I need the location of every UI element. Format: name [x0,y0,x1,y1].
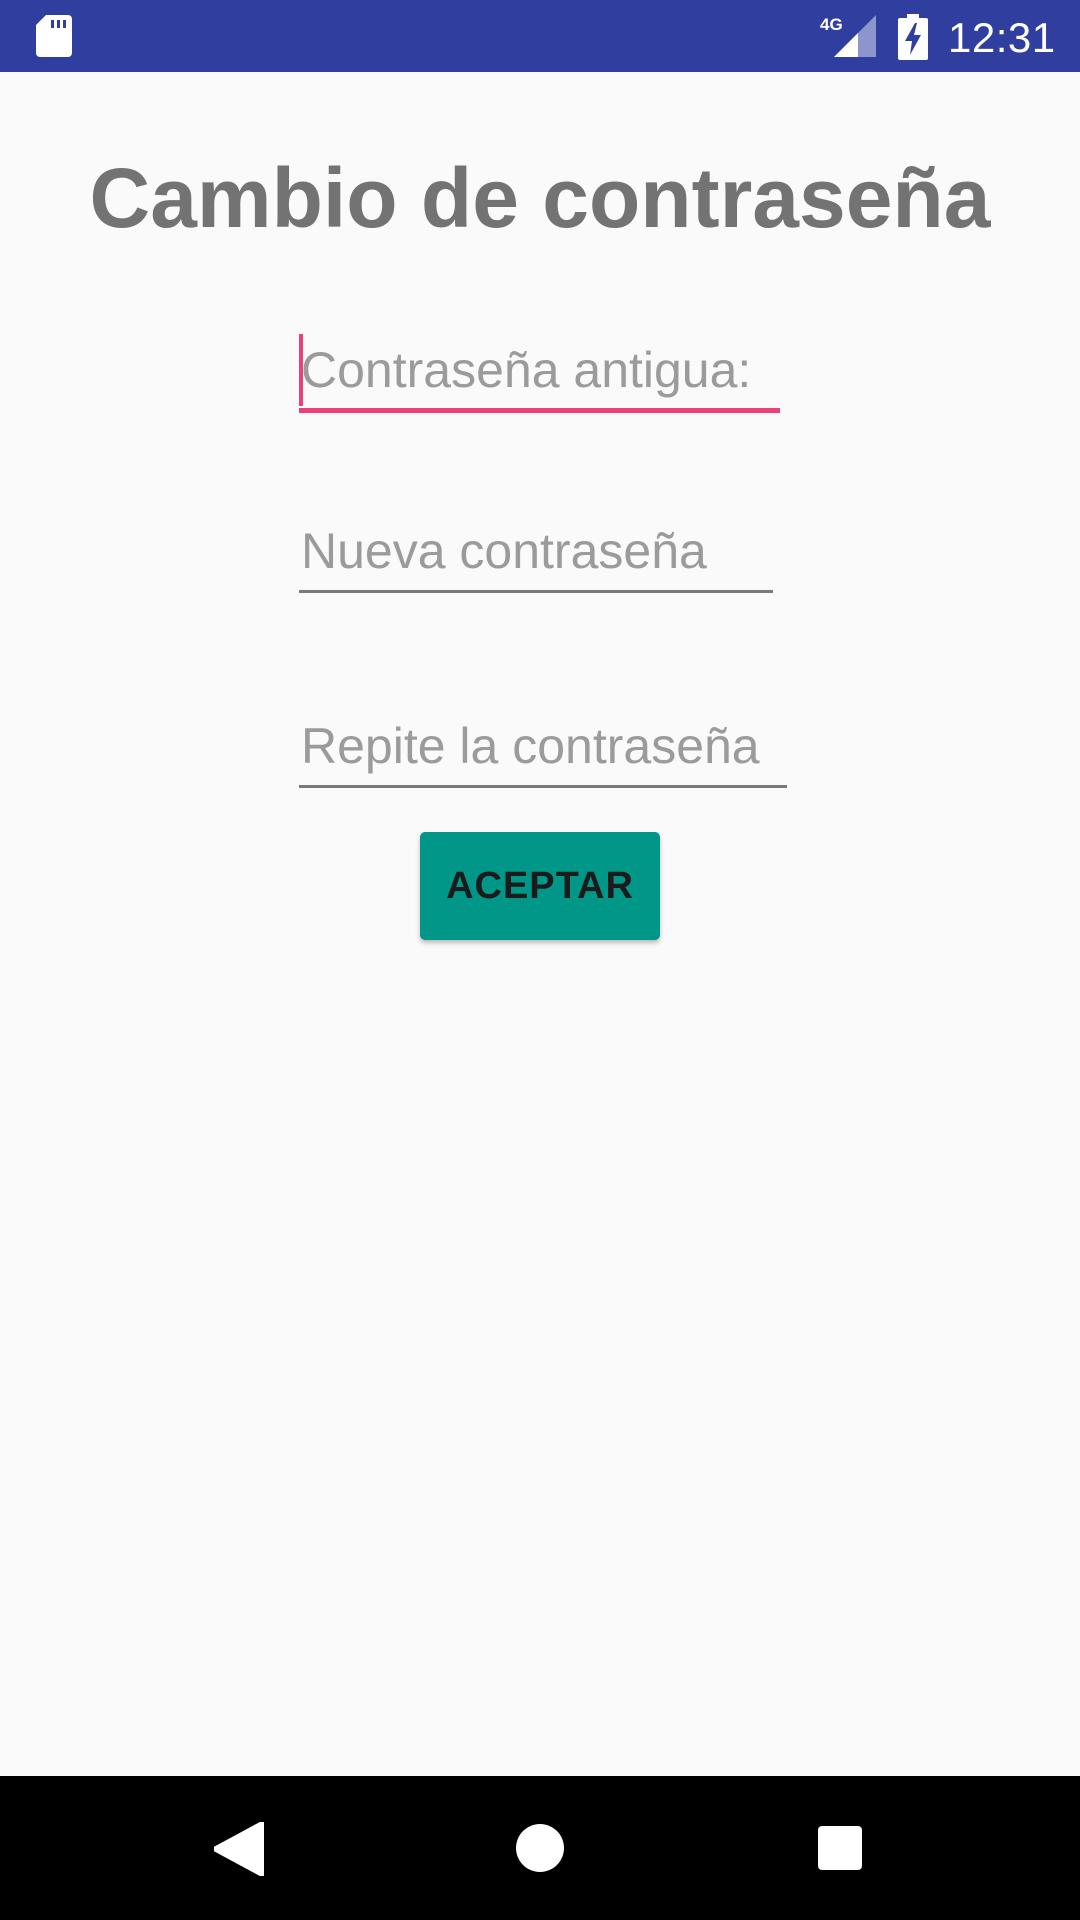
old-password-field[interactable] [299,330,780,413]
text-cursor [299,334,303,406]
battery-charging-icon [898,14,928,60]
status-bar: 4G 12:31 [0,0,1080,72]
new-password-field[interactable] [299,511,773,593]
navigation-bar [0,1776,1080,1920]
repeat-password-field[interactable] [299,706,787,788]
repeat-password-underline [299,785,787,788]
status-time: 12:31 [948,14,1056,61]
recents-icon[interactable] [818,1826,862,1870]
old-password-input[interactable] [299,330,780,410]
sd-card-icon [36,15,72,57]
svg-text:4G: 4G [820,15,843,34]
old-password-underline [299,408,780,413]
back-icon[interactable] [214,1822,264,1876]
new-password-underline [299,590,773,593]
new-password-input[interactable] [299,511,773,591]
accept-button[interactable]: ACEPTAR [420,832,660,940]
page-title: Cambio de contraseña [89,151,991,245]
repeat-password-input[interactable] [299,706,787,786]
home-icon[interactable] [516,1824,564,1872]
signal-4g-icon: 4G [820,15,876,57]
